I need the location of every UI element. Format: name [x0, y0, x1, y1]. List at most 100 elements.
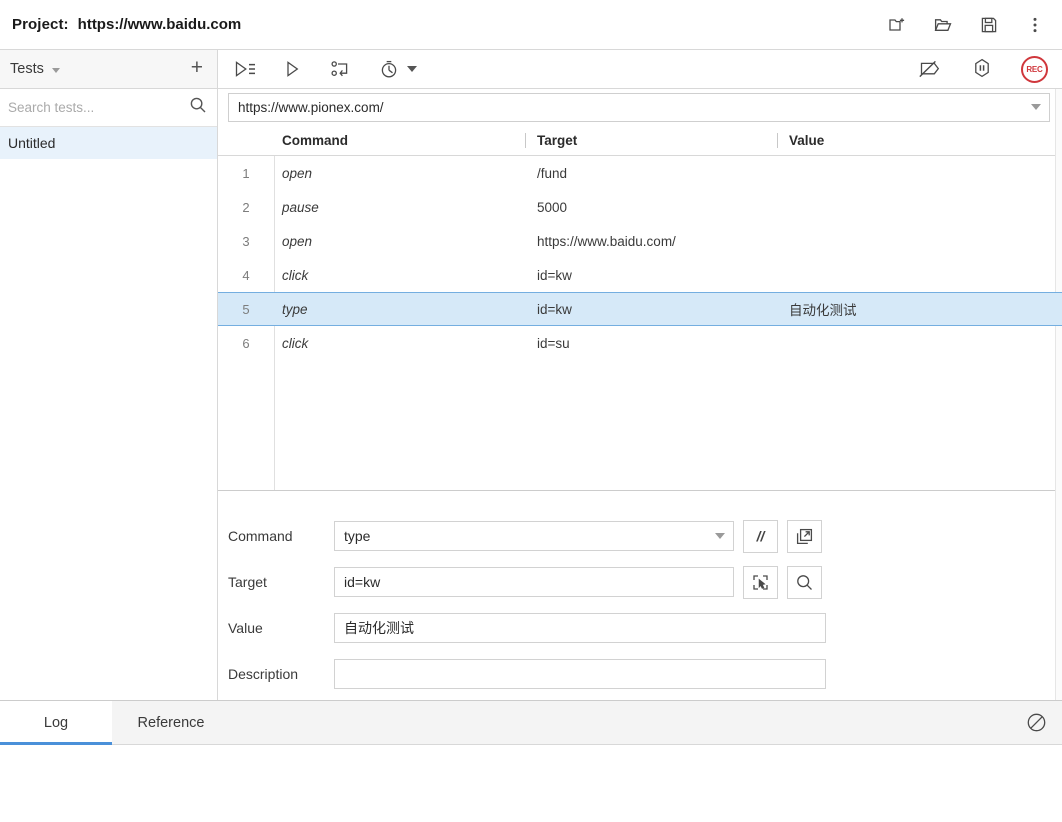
tab-log-label: Log: [43, 714, 69, 731]
detail-row-value: Value 自动化测试: [228, 605, 1062, 651]
main-body: Untitled https://www.pionex.com/ Command…: [0, 89, 1062, 700]
row-target[interactable]: id=su: [526, 336, 778, 351]
row-target[interactable]: id=kw: [526, 268, 778, 283]
tests-sidebar: Untitled: [0, 89, 218, 700]
row-command[interactable]: pause: [274, 200, 526, 215]
record-button[interactable]: REC: [1021, 55, 1048, 83]
detail-row-target: Target id=kw: [228, 559, 1062, 605]
detail-row-description: Description: [228, 651, 1062, 697]
tab-log[interactable]: Log: [0, 700, 112, 745]
bottom-tab-bar: Log Reference: [0, 700, 1062, 745]
table-row[interactable]: 2 pause 5000: [218, 190, 1062, 224]
toggle-comment-button[interactable]: //: [743, 519, 778, 553]
toggle-comment-label: //: [756, 528, 765, 544]
command-dropdown-caret-icon[interactable]: [715, 533, 725, 539]
chevron-down-icon[interactable]: [51, 68, 60, 73]
test-execution-speed-control[interactable]: [376, 56, 417, 82]
tab-reference-label: Reference: [137, 714, 205, 731]
row-value[interactable]: 自动化测试: [778, 299, 1062, 319]
column-header-target[interactable]: Target: [526, 133, 778, 148]
sidebar-item-untitled[interactable]: Untitled: [0, 127, 217, 159]
table-row[interactable]: 1 open /fund: [218, 156, 1062, 190]
base-url-container: https://www.pionex.com/: [218, 89, 1062, 125]
row-command[interactable]: click: [274, 336, 526, 351]
title-bar: Project: https://www.baidu.com: [0, 0, 1062, 50]
find-target-button[interactable]: [787, 565, 822, 599]
table-row-selected[interactable]: 5 type id=kw 自动化测试: [218, 292, 1062, 326]
toolbar-row: Tests + REC: [0, 50, 1062, 89]
save-project-icon[interactable]: [976, 12, 1002, 38]
open-project-icon[interactable]: [930, 12, 956, 38]
step-over-icon[interactable]: [328, 56, 354, 82]
table-row[interactable]: 6 click id=su: [218, 326, 1062, 360]
clear-log-button[interactable]: [1025, 711, 1048, 739]
command-field[interactable]: type: [334, 521, 734, 551]
value-field[interactable]: 自动化测试: [334, 613, 826, 643]
test-editor: https://www.pionex.com/ Command Target V…: [218, 89, 1062, 700]
open-command-reference-button[interactable]: [787, 519, 822, 553]
column-header-value[interactable]: Value: [778, 133, 1062, 148]
project-label: Project:: [12, 16, 69, 33]
tests-panel-header: Tests +: [0, 50, 218, 89]
base-url-value: https://www.pionex.com/: [238, 99, 384, 115]
execution-toolbar-right: REC: [917, 55, 1048, 83]
command-field-label: Command: [228, 528, 293, 544]
project-name: https://www.baidu.com: [77, 16, 242, 33]
command-field-value: type: [344, 528, 371, 544]
row-number: 3: [242, 233, 250, 249]
title-bar-actions: [884, 12, 1048, 38]
description-field[interactable]: [334, 659, 826, 689]
search-tests-input[interactable]: [8, 100, 189, 115]
row-target[interactable]: id=kw: [526, 302, 778, 317]
column-header-command[interactable]: Command: [274, 133, 526, 148]
pause-icon[interactable]: [969, 56, 995, 82]
table-row[interactable]: 4 click id=kw: [218, 258, 1062, 292]
target-field-value: id=kw: [344, 574, 381, 590]
command-detail-panel: Command type // Target id=kw Value 自动化测试…: [218, 490, 1062, 700]
speed-dropdown-caret-icon[interactable]: [407, 66, 417, 72]
test-item-label: Untitled: [8, 135, 56, 151]
run-current-test-icon[interactable]: [280, 56, 306, 82]
log-output-area: [0, 745, 1062, 822]
target-field-label: Target: [228, 574, 267, 590]
row-command[interactable]: open: [274, 234, 526, 249]
row-number: 1: [242, 165, 250, 181]
row-command[interactable]: type: [274, 302, 526, 317]
selenium-ide-window: Project: https://www.baidu.com Tests + R…: [0, 0, 1062, 822]
test-execution-speed-icon[interactable]: [376, 56, 402, 82]
add-test-button[interactable]: +: [189, 57, 205, 81]
row-number: 5: [242, 301, 250, 317]
row-number: 2: [242, 199, 250, 215]
row-target[interactable]: 5000: [526, 200, 778, 215]
column-divider-command-target[interactable]: [525, 133, 526, 148]
description-field-label: Description: [228, 666, 299, 682]
value-field-label: Value: [228, 620, 263, 636]
search-icon[interactable]: [189, 96, 207, 119]
detail-row-command: Command type //: [228, 513, 1062, 559]
command-table-body: 1 open /fund 2 pause 5000 3 open https:/…: [218, 156, 1062, 490]
select-target-button[interactable]: [743, 565, 778, 599]
run-all-tests-icon[interactable]: [232, 56, 258, 82]
base-url-dropdown-caret-icon[interactable]: [1031, 104, 1041, 110]
more-options-icon[interactable]: [1022, 12, 1048, 38]
table-row[interactable]: 3 open https://www.baidu.com/: [218, 224, 1062, 258]
row-target[interactable]: https://www.baidu.com/: [526, 234, 778, 249]
value-field-value: 自动化测试: [344, 620, 414, 636]
row-command[interactable]: click: [274, 268, 526, 283]
row-target[interactable]: /fund: [526, 166, 778, 181]
execution-toolbar-left: [232, 56, 417, 82]
execution-toolbar: REC: [218, 50, 1062, 89]
disable-breakpoints-icon[interactable]: [917, 56, 943, 82]
row-number: 6: [242, 335, 250, 351]
row-command[interactable]: open: [274, 166, 526, 181]
tests-panel-title: Tests: [10, 61, 44, 77]
target-field[interactable]: id=kw: [334, 567, 734, 597]
new-project-icon[interactable]: [884, 12, 910, 38]
bottom-panel: Log Reference: [0, 700, 1062, 822]
search-tests-container: [0, 89, 217, 127]
row-number: 4: [242, 267, 250, 283]
tab-reference[interactable]: Reference: [112, 701, 230, 745]
column-divider-target-value[interactable]: [777, 133, 778, 148]
base-url-field[interactable]: https://www.pionex.com/: [228, 92, 1050, 122]
command-table-header: Command Target Value: [218, 125, 1062, 156]
